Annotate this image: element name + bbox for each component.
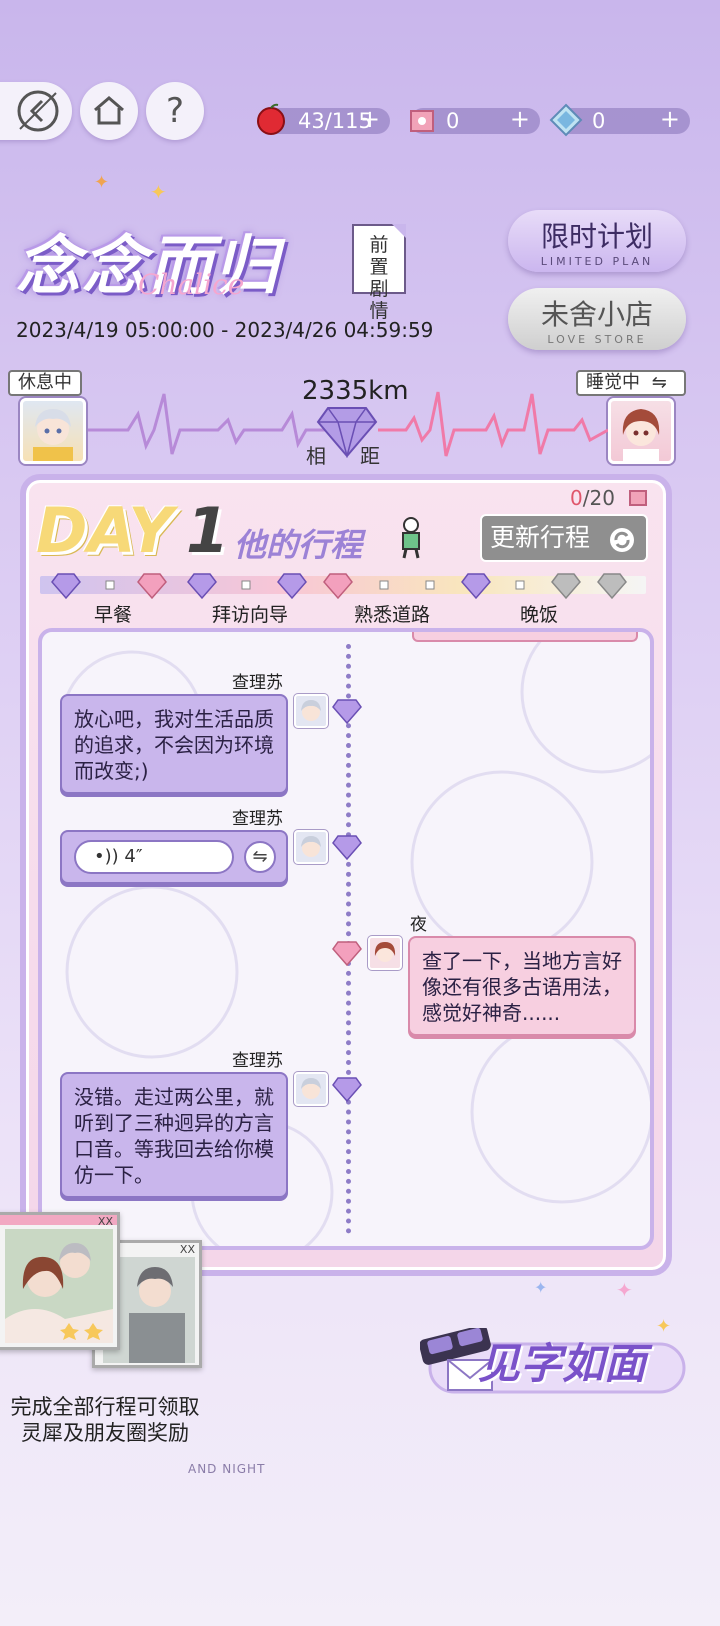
step-label-familiarize-roads: 熟悉道路 [354,604,431,626]
his-chat-avatar [294,830,328,864]
back-button[interactable] [0,82,72,140]
voice-message-bubble: •)) 4″ ⇋ [60,830,288,884]
gem-icon [332,699,362,724]
chat-bubble: 没错。走过两公里，就听到了三种迥异的方言口音。等我回去给你模仿一下。 [60,1072,288,1198]
sparkle-icon: ✦ [94,172,110,193]
counter-current: 0 [570,486,583,510]
sparkle-icon: ✦ [656,1316,672,1337]
gem-icon [51,573,627,600]
ticket-count: 0 [446,109,460,133]
schedule-heading: 他的行程 [234,526,363,564]
home-icon [94,96,124,125]
reward-photo-card-front[interactable]: XX [0,1212,120,1350]
chat-timeline [346,644,351,1234]
character-portrait-icon [301,836,321,857]
update-schedule-label: 更新行程 [490,523,591,552]
couple-photo [5,1229,113,1343]
sparkle-icon: ✦ [616,1278,633,1302]
limited-plan-label: 限时计划 [540,219,653,253]
chat-bubble: 放心吧，我对生活品质的追求，不会因为环境而改变;) [60,694,288,794]
refresh-icon [610,528,634,552]
letter-label: 见字如面 [478,1339,647,1388]
back-icon [17,90,59,132]
day-label: DAY [36,494,174,567]
chat-bubble: 查了一下，当地方言好像还有很多古语用法，感觉好神奇...... [408,936,636,1036]
crystal-count: 0 [592,109,606,133]
reward-text-line2: 灵犀及朋友圈奖励 [21,1421,189,1445]
voice-to-text-button[interactable]: ⇋ [244,841,276,873]
progress-counter: 0/20 [570,486,615,510]
step-label-breakfast: 早餐 [94,604,133,626]
sender-name: 查理苏 [232,673,283,693]
character-portrait-icon [374,942,396,962]
his-chat-avatar [294,694,328,728]
swap-icon: ⇋ [651,372,667,393]
distance-label-left: 相 [306,444,326,468]
voice-play-button[interactable]: •)) 4″ [74,840,234,874]
progress-gems [51,573,627,600]
home-button[interactable] [80,82,138,140]
apple-icon [257,103,285,135]
update-schedule-button[interactable]: 更新行程 [480,514,648,562]
help-icon: ? [165,91,185,131]
apple-add-button[interactable]: + [360,106,380,132]
ticket-resource: 0 + [410,106,540,134]
reward-description: 完成全部行程可领取 灵犀及朋友圈奖励 [0,1394,210,1446]
day-number: 1 [186,494,230,567]
crystal-resource: 0 + [549,103,690,137]
step-label-dinner: 晚饭 [520,604,559,626]
card-mark: XX [97,1215,113,1228]
sender-name: 查理苏 [232,809,283,829]
prev-story-label: 前置剧情 [369,234,389,322]
help-button[interactable]: ? [146,82,204,140]
character-portrait-icon [301,1078,321,1099]
apple-resource: 43/115 + [257,103,390,135]
distance-value: 2335km [302,376,409,406]
sparkle-icon: ✦ [150,180,167,204]
crystal-icon [549,103,583,137]
crystal-add-button[interactable]: + [660,106,680,132]
card-mark: XX [179,1243,195,1256]
gem-icon [332,941,362,966]
limited-plan-button[interactable]: 限时计划 LIMITED PLAN [508,210,686,272]
character-portrait-icon [301,700,321,721]
ticket-icon [629,490,647,506]
love-store-label: 未舍小店 [540,297,653,331]
love-store-sub: LOVE STORE [547,332,647,346]
her-chat-avatar [368,936,402,970]
sparkle-icon: ✦ [534,1278,548,1297]
ticket-add-button[interactable]: + [510,106,530,132]
reward-text-line1: 完成全部行程可领取 [10,1395,200,1419]
footer-brand: AND NIGHT [188,1462,266,1476]
event-date-range: 2023/4/19 05:00:00 - 2023/4/26 04:59:59 [16,318,434,342]
gem-icon [332,835,362,860]
counter-total: /20 [582,486,615,510]
character-portrait-icon [622,409,660,461]
previous-bubble-edge [412,632,638,642]
sender-name: 夜 [410,915,427,935]
character-portrait-icon [33,409,73,461]
gem-icon [332,1077,362,1102]
love-store-button[interactable]: 未舍小店 LOVE STORE [508,288,686,350]
walking-figure-icon [402,517,420,559]
left-status-tag: 休息中 [8,370,82,396]
prev-story-button[interactable]: 前置剧情 [352,224,406,322]
ticket-icon [410,110,434,132]
her-avatar [608,398,674,464]
his-chat-avatar [294,1072,328,1106]
sender-name: 查理苏 [232,1051,283,1071]
limited-plan-sub: LIMITED PLAN [540,254,654,268]
step-label-visit-guide: 拜访向导 [212,604,289,626]
distance-label-right: 距 [360,444,380,468]
event-title-script: Chalice [138,268,245,301]
his-avatar [20,398,86,464]
